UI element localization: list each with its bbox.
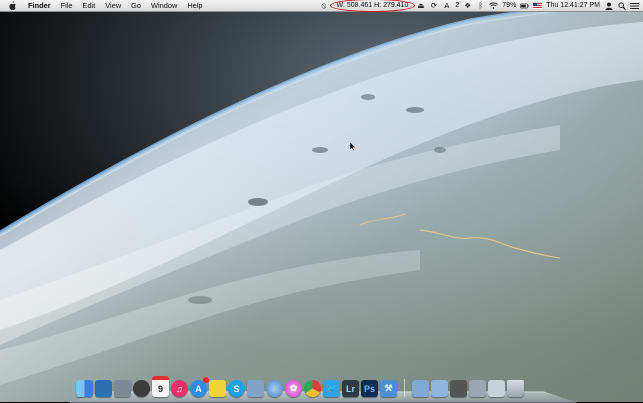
spotlight-search-icon[interactable]: [617, 1, 626, 10]
menu-view[interactable]: View: [100, 0, 126, 11]
desktop-wallpaper: [0, 0, 643, 402]
calendar-icon[interactable]: 9: [152, 376, 169, 397]
dashboard-icon[interactable]: [95, 380, 112, 397]
applications-folder-icon[interactable]: [412, 380, 429, 397]
game-center-icon[interactable]: ✿: [285, 380, 302, 397]
adobe-icon[interactable]: A: [442, 1, 451, 10]
battery-icon[interactable]: [520, 1, 529, 10]
photo-preview-icon[interactable]: [247, 380, 264, 397]
ruler-tool-icon[interactable]: ⦸: [320, 1, 329, 10]
user-icon[interactable]: [604, 1, 613, 10]
photoshop-label: Ps: [363, 383, 375, 394]
time-machine-icon[interactable]: [133, 380, 150, 397]
skype-label: S: [233, 383, 240, 394]
twitter-icon[interactable]: 🐦: [323, 380, 340, 397]
wifi-icon[interactable]: [489, 1, 499, 10]
app-menu-finder[interactable]: Finder: [23, 0, 56, 11]
notification-center-icon[interactable]: [630, 1, 639, 10]
apple-menu-icon[interactable]: [8, 1, 17, 10]
stack-icon-2[interactable]: [469, 380, 486, 397]
sync-icon[interactable]: ⟳: [429, 1, 438, 10]
xcode-icon[interactable]: ⚒: [380, 380, 397, 397]
eject-icon[interactable]: ⏏: [416, 1, 425, 10]
mouse-cursor-icon: [350, 142, 356, 151]
trash-icon[interactable]: [507, 380, 524, 397]
menu-go[interactable]: Go: [126, 0, 146, 11]
lightroom-label: Lr: [346, 383, 355, 394]
skype-icon[interactable]: S: [228, 380, 245, 397]
menu-window[interactable]: Window: [146, 0, 182, 11]
menu-edit[interactable]: Edit: [78, 0, 101, 11]
calendar-day-label: 9: [157, 383, 163, 394]
photoshop-icon[interactable]: Ps: [361, 380, 378, 397]
flag-us-icon[interactable]: [533, 1, 543, 10]
chrome-icon[interactable]: [304, 380, 321, 397]
stickies-icon[interactable]: [209, 380, 226, 397]
stack-icon-3[interactable]: [488, 380, 505, 397]
itunes-icon[interactable]: ♫: [171, 380, 188, 397]
stack-icon[interactable]: [450, 380, 467, 397]
app-store-icon[interactable]: A: [190, 377, 209, 397]
dropbox-icon[interactable]: ❖: [463, 1, 472, 10]
bluetooth-icon[interactable]: ᛒ: [476, 1, 485, 10]
safari-icon[interactable]: [266, 380, 283, 397]
menu-file[interactable]: File: [56, 0, 78, 11]
dimensions-readout: W: 508.461 H: 279.410: [329, 0, 416, 12]
dock-separator: [404, 379, 405, 397]
menu-clock[interactable]: Thu 12:41:27 PM: [546, 2, 600, 9]
battery-percent: 79%: [502, 2, 517, 9]
menu-help[interactable]: Help: [182, 0, 207, 11]
dock: 9 ♫ A S ✿ 🐦 Lr Ps ⚒: [76, 376, 524, 397]
lightroom-icon[interactable]: Lr: [342, 380, 359, 397]
dimensions-text: W: 508.461 H: 279.410: [336, 2, 409, 9]
documents-folder-icon[interactable]: [431, 380, 448, 397]
menu-bar: Finder File Edit View Go Window Help ⦸ W…: [0, 0, 643, 12]
notification-count: 2: [455, 2, 460, 9]
finder-icon[interactable]: [76, 380, 93, 397]
preview-icon[interactable]: [114, 380, 131, 397]
